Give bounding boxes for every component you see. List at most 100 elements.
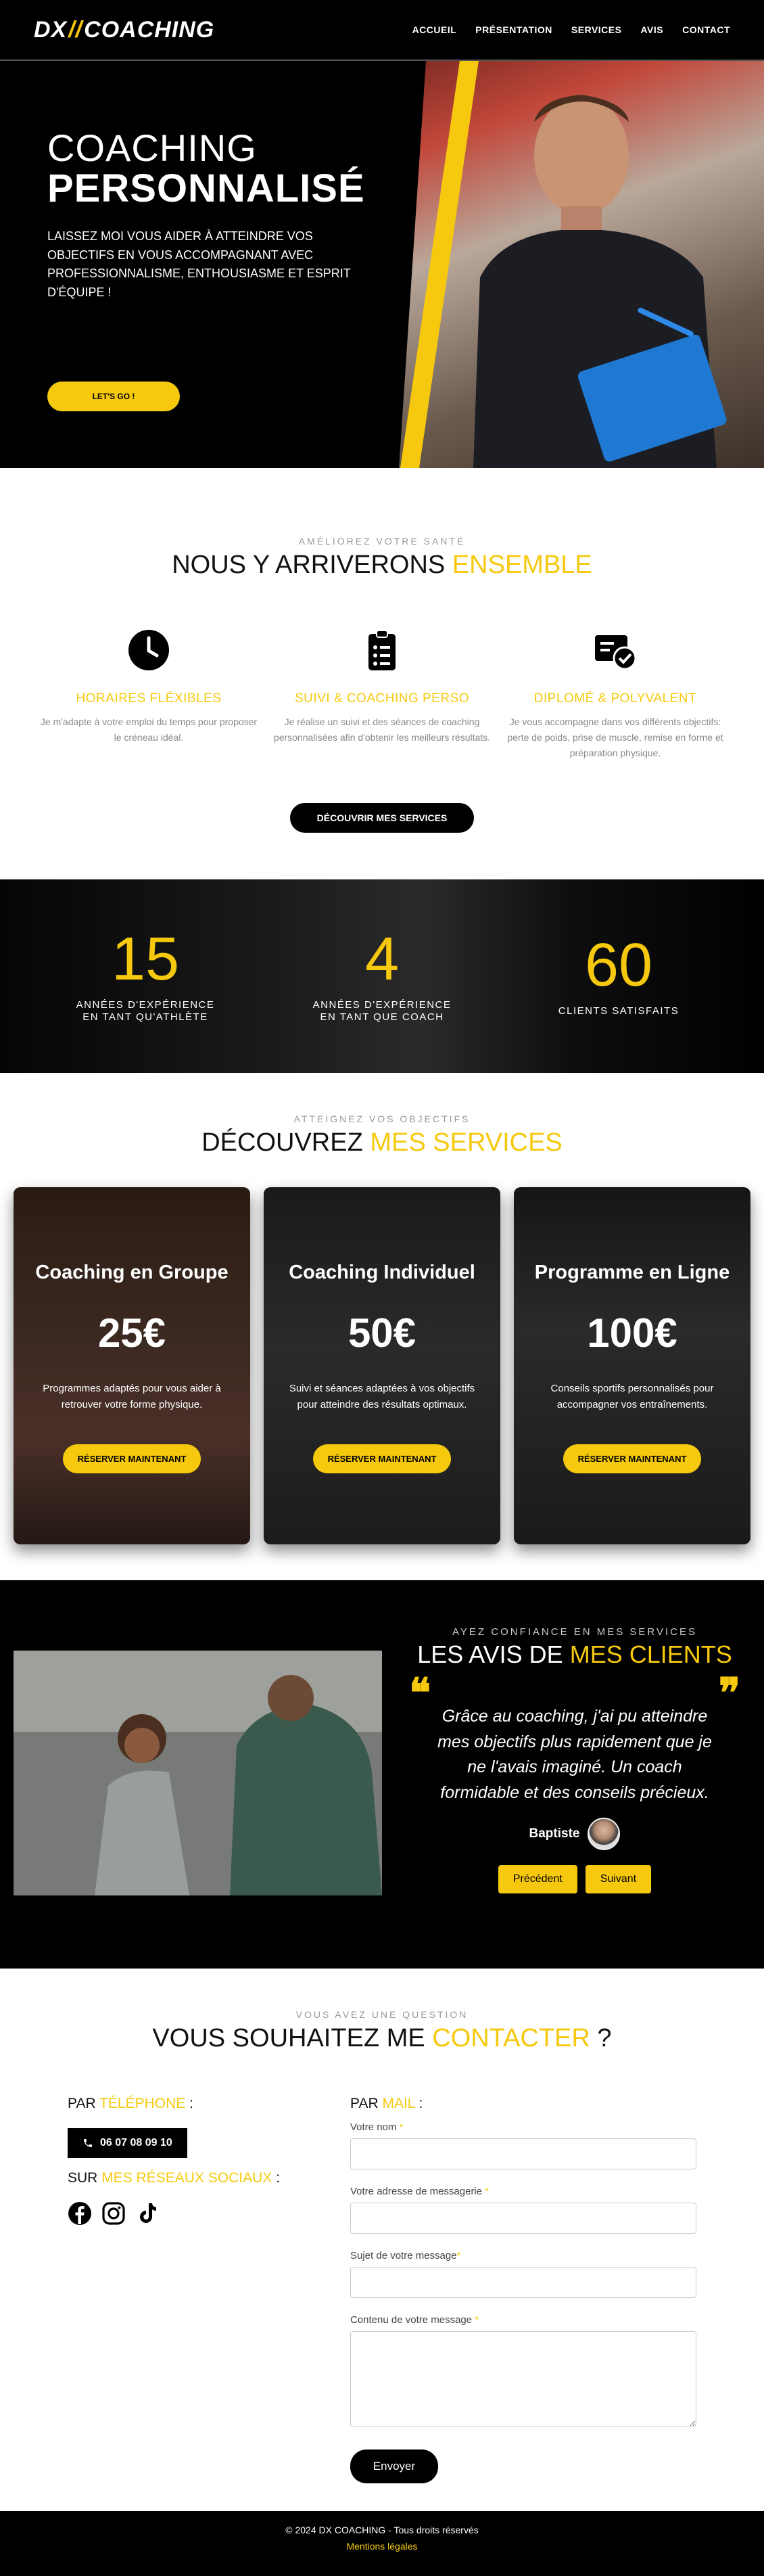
features-kicker: AMÉLIOREZ VOTRE SANTÉ xyxy=(298,536,466,547)
reviews-title-accent: MES CLIENTS xyxy=(569,1640,732,1668)
hero-cta-button[interactable]: LET'S GO ! xyxy=(47,382,180,411)
feature-item: HORAIRES FLÉXIBLES Je m'adapte à votre e… xyxy=(37,628,260,761)
feature-item: SUIVI & COACHING PERSO Je réalise un sui… xyxy=(270,628,494,761)
coach-photo xyxy=(473,95,727,468)
social-heading-main: SUR xyxy=(68,2170,102,2186)
review-panel: AYEZ CONFIANCE EN MES SERVICES LES AVIS … xyxy=(402,1626,747,1893)
services-title: DÉCOUVREZ MES SERVICES xyxy=(0,1128,764,1157)
book-now-button[interactable]: RÉSERVER MAINTENANT xyxy=(563,1444,702,1473)
nav-avis[interactable]: AVIS xyxy=(640,24,663,35)
feature-title: DIPLOMÉ & POLYVALENT xyxy=(533,691,697,706)
reviews-title-main: LES AVIS DE xyxy=(417,1640,570,1668)
phone-heading-end: : xyxy=(185,2096,193,2111)
facebook-icon[interactable] xyxy=(68,2201,92,2226)
contact-title: VOUS SOUHAITEZ ME CONTACTER ? xyxy=(0,2024,764,2053)
stat-label-line: EN TANT QU'ATHLÈTE xyxy=(82,1011,208,1023)
mail-heading: PAR MAIL : xyxy=(350,2096,696,2112)
hero-section: COACHING PERSONNALISÉ LAISSEZ MOI VOUS A… xyxy=(0,61,764,468)
message-label: Contenu de votre message * xyxy=(350,2314,696,2326)
service-cards: Coaching en Groupe 25€ Programmes adapté… xyxy=(0,1187,764,1544)
quote-open-icon: ❝ xyxy=(409,1670,431,1716)
service-price: 50€ xyxy=(348,1310,416,1356)
nav-accueil[interactable]: ACCUEIL xyxy=(412,24,457,35)
contact-title-main: VOUS SOUHAITEZ ME xyxy=(152,2024,433,2052)
contact-section: VOUS AVEZ UNE QUESTION VOUS SOUHAITEZ ME… xyxy=(0,1969,764,2511)
phone-heading: PAR TÉLÉPHONE : xyxy=(68,2096,311,2112)
stat-label: CLIENTS SATISFAITS xyxy=(558,1005,679,1017)
email-field[interactable] xyxy=(350,2203,696,2234)
feature-text: Je m'adapte à votre emploi du temps pour… xyxy=(40,716,258,743)
message-label-text: Contenu de votre message xyxy=(350,2314,475,2326)
feature-text: Je vous accompagne dans vos différents o… xyxy=(507,716,723,759)
hero-text: COACHING PERSONNALISÉ LAISSEZ MOI VOUS A… xyxy=(47,128,372,302)
certificate-check-icon xyxy=(595,635,637,670)
email-label: Votre adresse de messagerie * xyxy=(350,2186,696,2197)
service-price: 100€ xyxy=(587,1310,677,1356)
mail-heading-end: : xyxy=(414,2096,423,2111)
stat-item: 4 ANNÉES D'EXPÉRIENCE EN TANT QUE COACH xyxy=(281,929,483,1024)
contact-title-end: ? xyxy=(590,2024,612,2052)
features-section: AMÉLIOREZ VOTRE SANTÉ NOUS Y ARRIVERONS … xyxy=(0,468,764,879)
nav-contact[interactable]: CONTACT xyxy=(682,24,730,35)
clock-icon xyxy=(128,630,169,670)
legal-link[interactable]: Mentions légales xyxy=(0,2541,764,2552)
nav-services[interactable]: SERVICES xyxy=(571,24,622,35)
previous-review-button[interactable]: Précédent xyxy=(498,1865,577,1893)
stat-label-line: ANNÉES D'EXPÉRIENCE xyxy=(312,999,452,1011)
service-title: Coaching Individuel xyxy=(289,1262,475,1283)
feature-text: Je réalise un suivi et des séances de co… xyxy=(273,716,491,743)
review-nav: Précédent Suivant xyxy=(402,1865,747,1893)
send-button[interactable]: Envoyer xyxy=(350,2450,438,2483)
quote-marks: ❝ ❞ xyxy=(402,1670,747,1716)
stat-number: 60 xyxy=(584,932,653,999)
logo[interactable]: DX // COACHING xyxy=(34,17,214,43)
discover-services-button[interactable]: DÉCOUVRIR MES SERVICES xyxy=(290,803,474,833)
subject-label: Sujet de votre message* xyxy=(350,2250,696,2261)
features-row: HORAIRES FLÉXIBLES Je m'adapte à votre e… xyxy=(0,628,764,761)
services-title-main: DÉCOUVREZ xyxy=(201,1128,371,1157)
name-field[interactable] xyxy=(350,2138,696,2169)
mail-heading-accent: MAIL xyxy=(382,2096,415,2111)
services-section: ATTEIGNEZ VOS OBJECTIFS DÉCOUVREZ MES SE… xyxy=(0,1073,764,1580)
clipboard-list-icon xyxy=(368,630,396,670)
stat-item: 60 CLIENTS SATISFAITS xyxy=(517,935,720,1017)
stat-number: 15 xyxy=(111,925,180,993)
phone-heading-main: PAR xyxy=(68,2096,100,2111)
logo-text-dx: DX xyxy=(34,16,68,43)
review-text: Grâce au coaching, j'ai pu atteindre mes… xyxy=(437,1707,712,1802)
top-nav: DX // COACHING ACCUEIL PRÉSENTATION SERV… xyxy=(0,0,764,60)
subject-field[interactable] xyxy=(350,2267,696,2298)
hero-description: LAISSEZ MOI VOUS AIDER À ATTEINDRE VOS O… xyxy=(47,229,351,300)
service-title: Programme en Ligne xyxy=(534,1262,730,1283)
name-label-text: Votre nom xyxy=(350,2121,400,2133)
phone-number: 06 07 08 09 10 xyxy=(100,2137,172,2148)
required-marker: * xyxy=(475,2314,479,2326)
main-menu: ACCUEIL PRÉSENTATION SERVICES AVIS CONTA… xyxy=(412,24,730,35)
stat-label: ANNÉES D'EXPÉRIENCE EN TANT QUE COACH xyxy=(281,999,483,1024)
hero-title-bold: PERSONNALISÉ xyxy=(47,166,365,210)
required-marker: * xyxy=(485,2186,490,2197)
message-field[interactable] xyxy=(350,2331,696,2427)
required-marker: * xyxy=(456,2250,461,2261)
nav-presentation[interactable]: PRÉSENTATION xyxy=(475,24,552,35)
phone-button[interactable]: 06 07 08 09 10 xyxy=(68,2128,187,2158)
book-now-button[interactable]: RÉSERVER MAINTENANT xyxy=(312,1444,452,1473)
service-text: Programmes adaptés pour vous aider à ret… xyxy=(43,1383,221,1410)
contact-title-accent: CONTACTER xyxy=(432,2024,590,2052)
service-text: Suivi et séances adaptées à vos objectif… xyxy=(289,1383,475,1410)
social-heading: SUR MES RÉSEAUX SOCIAUX : xyxy=(68,2170,311,2186)
next-review-button[interactable]: Suivant xyxy=(585,1865,652,1893)
reviews-section: AYEZ CONFIANCE EN MES SERVICES LES AVIS … xyxy=(0,1580,764,1969)
instagram-icon[interactable] xyxy=(101,2201,126,2226)
footer: © 2024 DX COACHING - Tous droits réservé… xyxy=(0,2511,764,2576)
service-price: 25€ xyxy=(97,1310,166,1356)
stat-label-line: EN TANT QUE COACH xyxy=(320,1011,444,1023)
stat-number: 4 xyxy=(364,925,400,993)
email-label-text: Votre adresse de messagerie xyxy=(350,2186,485,2197)
social-heading-accent: MES RÉSEAUX SOCIAUX xyxy=(101,2170,272,2186)
name-label: Votre nom * xyxy=(350,2121,696,2133)
book-now-button[interactable]: RÉSERVER MAINTENANT xyxy=(62,1444,201,1473)
service-card-online: Programme en Ligne 100€ Conseils sportif… xyxy=(514,1187,750,1544)
stat-item: 15 ANNÉES D'EXPÉRIENCE EN TANT QU'ATHLÈTE xyxy=(44,929,247,1024)
tiktok-icon[interactable] xyxy=(135,2201,160,2226)
